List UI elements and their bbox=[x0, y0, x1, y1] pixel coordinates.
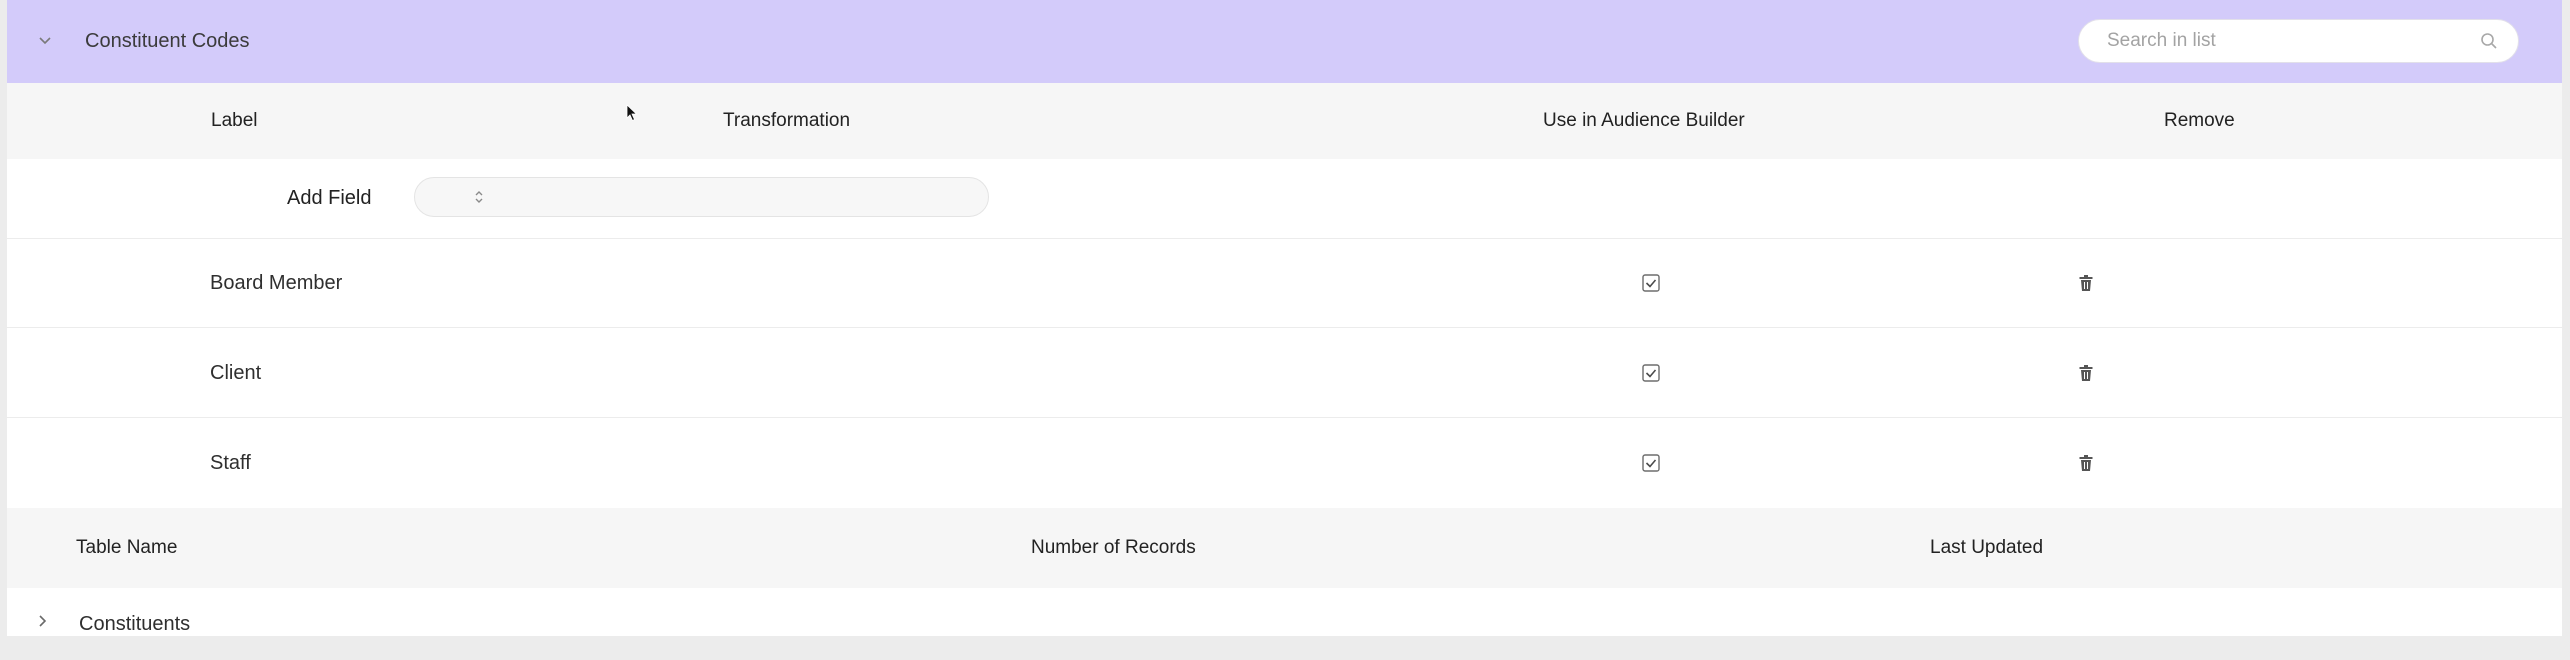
column-label: Label bbox=[211, 110, 258, 131]
trash-icon[interactable] bbox=[2079, 275, 2093, 292]
section-title: Constituent Codes bbox=[85, 30, 250, 52]
search-icon bbox=[2481, 33, 2497, 49]
column-table-name: Table Name bbox=[76, 537, 178, 558]
section-header[interactable]: Constituent Codes Search in list bbox=[7, 0, 2562, 83]
sort-updown-icon bbox=[475, 191, 483, 203]
table-row-constituents[interactable]: Constituents bbox=[7, 588, 2562, 636]
column-transformation: Transformation bbox=[723, 110, 851, 131]
row-label: Client bbox=[210, 362, 262, 384]
search-input[interactable]: Search in list bbox=[2078, 19, 2519, 63]
mouse-cursor-icon bbox=[626, 104, 638, 122]
add-field-row: Add Field bbox=[7, 159, 2562, 239]
add-field-label: Add Field bbox=[287, 187, 372, 209]
row-label: Board Member bbox=[210, 272, 343, 294]
column-last-updated: Last Updated bbox=[1930, 537, 2044, 558]
column-remove: Remove bbox=[2164, 110, 2235, 131]
add-field-select[interactable] bbox=[414, 177, 989, 217]
column-use-in-audience-builder: Use in Audience Builder bbox=[1543, 110, 1745, 131]
search-placeholder: Search in list bbox=[2107, 30, 2216, 51]
column-number-of-records: Number of Records bbox=[1031, 537, 1196, 558]
chevron-down-icon[interactable] bbox=[38, 34, 52, 48]
table-row: Client bbox=[7, 328, 2562, 418]
column-header-row: Label Transformation Use in Audience Bui… bbox=[7, 83, 2562, 159]
table-name: Constituents bbox=[79, 613, 191, 635]
row-label: Staff bbox=[210, 452, 251, 474]
checkbox-checked-icon[interactable] bbox=[1642, 454, 1660, 472]
tables-header-row: Table Name Number of Records Last Update… bbox=[7, 508, 2562, 588]
checkbox-checked-icon[interactable] bbox=[1642, 364, 1660, 382]
chevron-right-icon[interactable] bbox=[35, 614, 49, 628]
checkbox-checked-icon[interactable] bbox=[1642, 274, 1660, 292]
table-row: Board Member bbox=[7, 239, 2562, 328]
trash-icon[interactable] bbox=[2079, 455, 2093, 472]
trash-icon[interactable] bbox=[2079, 365, 2093, 382]
table-row: Staff bbox=[7, 418, 2562, 508]
